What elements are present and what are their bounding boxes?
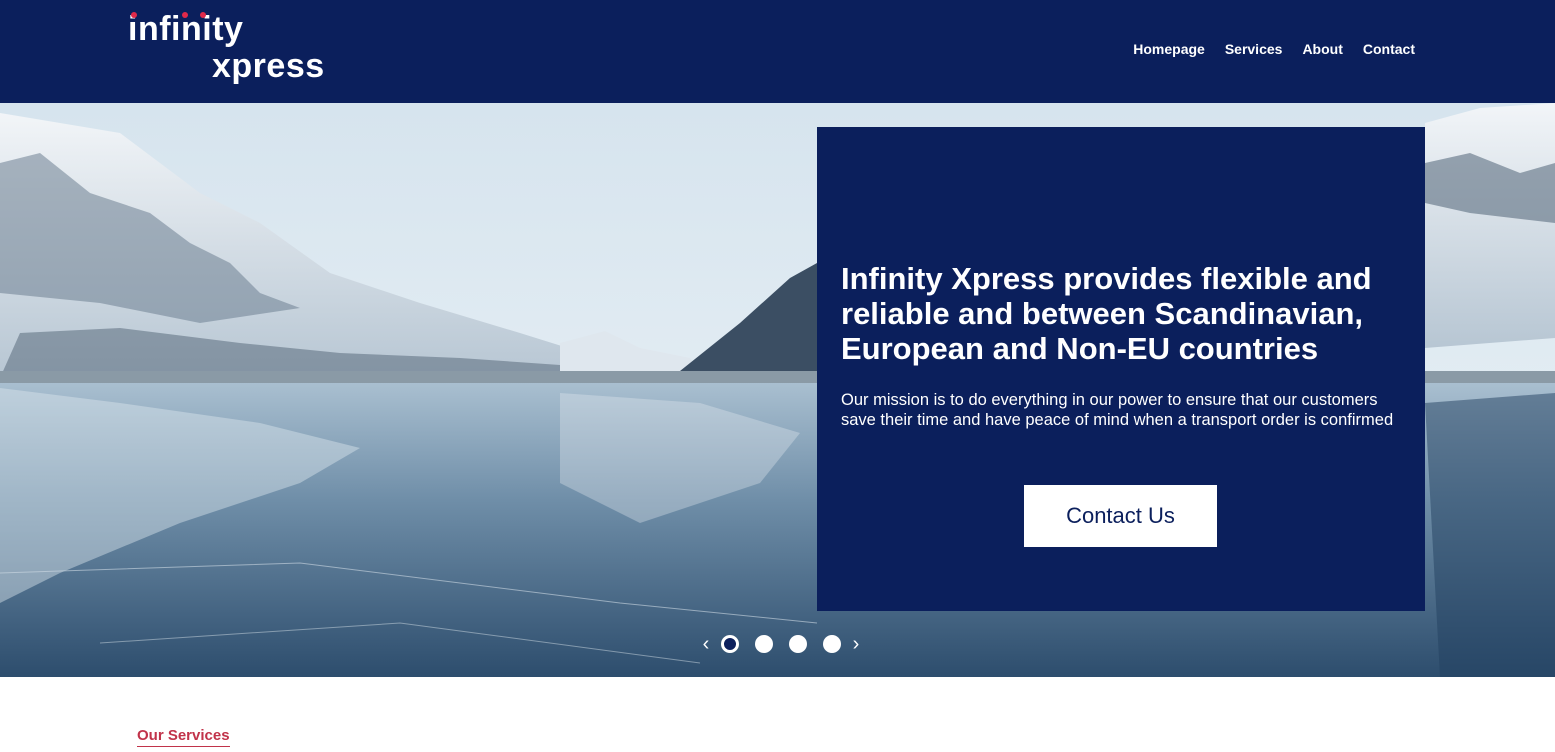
nav-contact[interactable]: Contact (1363, 41, 1415, 57)
logo-line-2: xpress (212, 47, 325, 85)
nav-about[interactable]: About (1302, 41, 1342, 57)
hero-title: Infinity Xpress provides flexible and re… (841, 261, 1372, 366)
logo-dot (182, 12, 188, 18)
carousel-dot[interactable] (823, 635, 841, 653)
logo-dot (131, 12, 137, 18)
services-heading: Our Services (137, 727, 230, 747)
main-nav: Homepage Services About Contact (1133, 41, 1415, 57)
contact-us-button[interactable]: Contact Us (1024, 485, 1217, 547)
hero-section: Infinity Xpress provides flexible and re… (0, 103, 1555, 677)
carousel-dot[interactable] (721, 635, 739, 653)
hero-subtitle: Our mission is to do everything in our p… (841, 391, 1394, 429)
site-logo[interactable]: infinity xpress (128, 10, 338, 90)
logo-dot (200, 12, 206, 18)
carousel-controls: ‹ › (699, 634, 863, 654)
nav-services[interactable]: Services (1225, 41, 1283, 57)
carousel-dot[interactable] (789, 635, 807, 653)
carousel-dot[interactable] (755, 635, 773, 653)
chevron-left-icon[interactable]: ‹ (699, 634, 713, 654)
nav-homepage[interactable]: Homepage (1133, 41, 1205, 57)
site-header: infinity xpress Homepage Services About … (0, 0, 1555, 103)
hero-content-panel: Infinity Xpress provides flexible and re… (817, 127, 1425, 611)
chevron-right-icon[interactable]: › (849, 634, 863, 654)
